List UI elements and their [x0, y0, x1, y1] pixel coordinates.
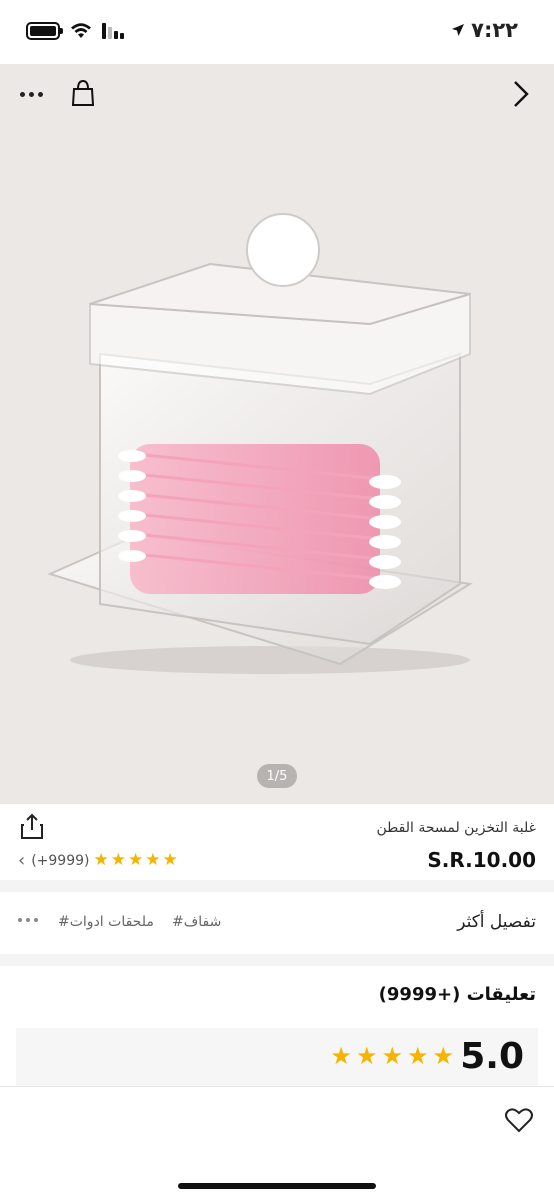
status-icons [26, 22, 126, 40]
rating-summary[interactable]: ‹ (+9999) ★ ★ ★ ★ ★ [18, 850, 178, 871]
tag-accessories[interactable]: #ملحقات ادوات [58, 914, 154, 930]
gallery-pager-text: 1/5 [266, 768, 288, 784]
share-icon[interactable] [18, 812, 46, 840]
star-icon: ★ [432, 1042, 454, 1070]
more-icon[interactable] [18, 918, 38, 922]
reviews-section: تعليقات (+9999) 5.0 ★ ★ ★ ★ ★ [0, 966, 554, 1086]
status-bar: ٧:٢٢ [0, 0, 554, 64]
star-icon: ★ [381, 1042, 403, 1070]
section-divider [0, 954, 554, 966]
details-row[interactable]: تفصيل أكثر #شفاف #ملحقات ادوات [0, 892, 554, 954]
star-icon: ★ [110, 850, 126, 870]
review-score: 5.0 [460, 1036, 524, 1077]
review-score-box: 5.0 ★ ★ ★ ★ ★ [16, 1028, 538, 1086]
tag-transparent[interactable]: #شفاف [172, 914, 221, 930]
star-icon: ★ [330, 1042, 352, 1070]
product-price: S.R.10.00 [427, 848, 536, 872]
more-icon[interactable] [14, 82, 48, 106]
review-stars: ★ ★ ★ ★ ★ [330, 1044, 454, 1068]
gallery-toolbar [0, 64, 554, 124]
product-gallery[interactable]: 1/5 [0, 64, 554, 804]
product-info: غلبة التخزين لمسحة القطن S.R.10.00 ‹ (+9… [0, 804, 554, 880]
section-divider [0, 880, 554, 892]
star-icon: ★ [128, 850, 144, 870]
star-icon: ★ [93, 850, 109, 870]
shopping-bag-icon[interactable] [68, 78, 98, 108]
heart-icon[interactable] [504, 1105, 534, 1135]
details-title: تفصيل أكثر [457, 912, 536, 932]
status-time: ٧:٢٢ [451, 18, 518, 42]
location-arrow-icon [452, 24, 465, 36]
star-icon: ★ [145, 850, 161, 870]
gallery-pager: 1/5 [257, 764, 297, 788]
signal-icon [102, 23, 124, 39]
reviews-title: تعليقات (+9999) [378, 984, 536, 1005]
product-image [47, 213, 473, 674]
rating-count: (+9999) [31, 852, 90, 869]
chevron-right-icon[interactable] [506, 78, 536, 110]
wifi-icon [71, 23, 91, 38]
bottom-action-bar [0, 1086, 554, 1200]
product-title: غلبة التخزين لمسحة القطن [376, 820, 536, 836]
status-time-text: ٧:٢٢ [471, 18, 518, 42]
chevron-left-icon: ‹ [18, 850, 26, 871]
star-icon: ★ [162, 850, 178, 870]
star-icon: ★ [406, 1042, 429, 1070]
star-icon: ★ [355, 1042, 378, 1070]
home-indicator [178, 1183, 376, 1189]
battery-icon [26, 22, 63, 40]
